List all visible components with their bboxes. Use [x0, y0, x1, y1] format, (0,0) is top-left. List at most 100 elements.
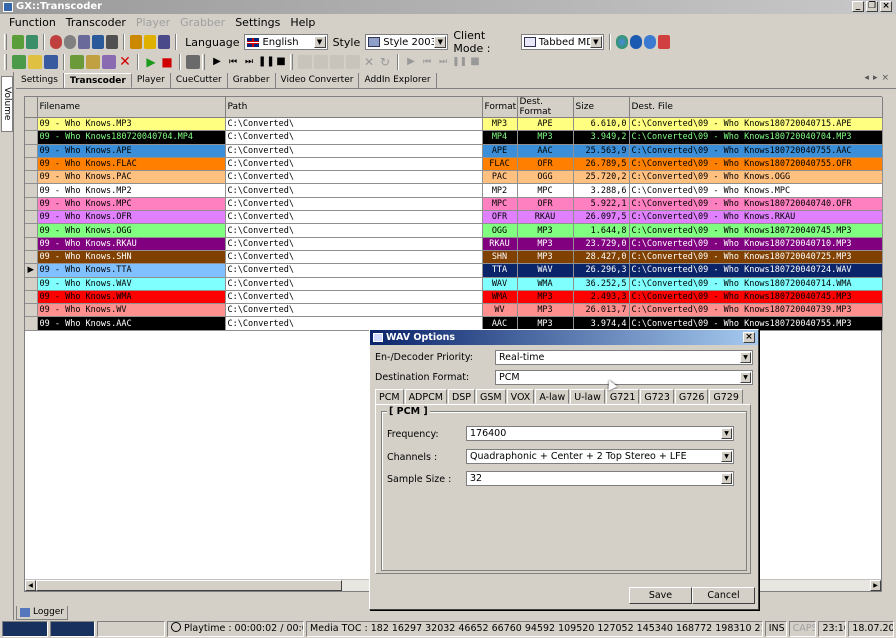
cell-format[interactable]: WMA: [482, 290, 518, 305]
restore-button[interactable]: ❐: [866, 1, 878, 12]
table-row[interactable]: 09 - Who Knows.APE C:\Converted\ APE AAC 25.…: [25, 144, 883, 158]
column-header-dest-format[interactable]: Dest. Format: [517, 97, 574, 118]
row-indicator[interactable]: [25, 144, 38, 158]
row-indicator[interactable]: [25, 117, 38, 132]
row-indicator[interactable]: [25, 197, 38, 212]
cell-path[interactable]: C:\Converted\: [225, 117, 483, 132]
cell-filename[interactable]: 09 - Who Knows.MPC: [37, 197, 226, 212]
cell-path[interactable]: C:\Converted\: [225, 263, 483, 278]
cell-filename[interactable]: 09 - Who Knows180720040704.MP4: [37, 130, 226, 145]
cell-dest-format[interactable]: OFR: [517, 197, 574, 212]
open-folder-icon[interactable]: [28, 55, 42, 69]
tab-cuecutter[interactable]: CueCutter: [171, 73, 228, 88]
cell-size[interactable]: 3.288,6: [573, 183, 630, 198]
table-row[interactable]: 09 - Who Knows.WMA C:\Converted\ WMA MP3 2.4…: [25, 290, 883, 305]
destination-format-select[interactable]: PCM ▼: [495, 370, 753, 385]
cell-path[interactable]: C:\Converted\: [225, 183, 483, 198]
table-row[interactable]: 09 - Who Knows.WV C:\Converted\ WV MP3 26.01…: [25, 303, 883, 318]
cell-path[interactable]: C:\Converted\: [225, 223, 483, 238]
logger-tab[interactable]: Logger: [16, 606, 68, 620]
close-button[interactable]: ×: [880, 1, 892, 12]
cell-size[interactable]: 5.922,1: [573, 197, 630, 212]
cell-dest-file[interactable]: C:\Converted\09 - Who Knows180720040739.…: [629, 303, 883, 318]
volume-tab[interactable]: Volume: [1, 76, 13, 132]
save-button[interactable]: Save: [629, 587, 692, 604]
cell-filename[interactable]: 09 - Who Knows.WV: [37, 303, 226, 318]
tab-navigation-icon[interactable]: ◂▸×: [864, 73, 893, 83]
table-row[interactable]: 09 - Who Knows.MP3 C:\Converted\ MP3 APE 6.6…: [25, 117, 883, 132]
save-icon[interactable]: [44, 55, 58, 69]
cell-format[interactable]: APE: [482, 144, 518, 158]
cell-format[interactable]: RKAU: [482, 237, 518, 251]
table-row[interactable]: 09 - Who Knows.OFR C:\Converted\ OFR RKAU 26…: [25, 210, 883, 225]
network-icon[interactable]: [77, 35, 91, 49]
player-play-icon[interactable]: ▶: [210, 55, 224, 69]
play-icon[interactable]: ▶: [144, 55, 158, 69]
cell-format[interactable]: WAV: [482, 277, 518, 291]
cell-filename[interactable]: 09 - Who Knows.MP2: [37, 183, 226, 198]
subtab-g721[interactable]: G721: [605, 389, 640, 404]
cell-size[interactable]: 25.563,9: [573, 144, 630, 158]
record-icon[interactable]: [49, 35, 62, 49]
subtab-g726[interactable]: G726: [674, 389, 709, 404]
cell-path[interactable]: C:\Converted\: [225, 290, 483, 305]
refresh-icon[interactable]: [25, 35, 38, 49]
channels-select[interactable]: Quadraphonic + Center + 2 Top Stereo + L…: [466, 449, 734, 464]
cell-size[interactable]: 6.610,0: [573, 117, 630, 132]
cell-dest-file[interactable]: C:\Converted\09 - Who Knows180720040745.…: [629, 290, 883, 305]
cell-dest-format[interactable]: MP3: [517, 290, 574, 305]
row-indicator[interactable]: [25, 290, 38, 305]
cell-filename[interactable]: 09 - Who Knows.OGG: [37, 223, 226, 238]
column-header-path[interactable]: Path: [225, 97, 483, 118]
column-header-filename[interactable]: Filename: [37, 97, 226, 118]
cell-dest-format[interactable]: MP3: [517, 237, 574, 251]
cell-dest-file[interactable]: C:\Converted\09 - Who Knows.OGG: [629, 170, 883, 185]
row-indicator[interactable]: [25, 303, 38, 318]
subtab-adpcm[interactable]: ADPCM: [404, 389, 447, 404]
client-mode-select[interactable]: Tabbed MDI ▼: [520, 34, 604, 50]
cell-dest-file[interactable]: C:\Converted\09 - Who Knows180720040724.…: [629, 263, 883, 278]
cell-dest-file[interactable]: C:\Converted\09 - Who Knows180720040704.…: [629, 130, 883, 145]
subtab-dsp[interactable]: DSP: [447, 389, 476, 404]
chevron-down-icon[interactable]: ▼: [313, 36, 326, 48]
chevron-down-icon[interactable]: ▼: [740, 352, 751, 363]
cell-dest-format[interactable]: APE: [517, 117, 574, 132]
cell-path[interactable]: C:\Converted\: [225, 277, 483, 291]
next-icon[interactable]: ⏭: [242, 55, 256, 69]
dialog-title-bar[interactable]: WAV Options ×: [370, 330, 758, 345]
cell-filename[interactable]: 09 - Who Knows.TTA: [37, 263, 226, 278]
table-row[interactable]: 09 - Who Knows.MP2 C:\Converted\ MP2 MPC 3.2…: [25, 183, 883, 198]
scroll-right-icon[interactable]: ▶: [870, 580, 881, 591]
subtab-vox[interactable]: VOX: [506, 389, 535, 404]
tools-icon[interactable]: [130, 35, 143, 49]
cell-size[interactable]: 3.949,2: [573, 130, 630, 145]
cell-filename[interactable]: 09 - Who Knows.WMA: [37, 290, 226, 305]
cell-format[interactable]: MP2: [482, 183, 518, 198]
menu-transcoder[interactable]: Transcoder: [61, 16, 131, 29]
window-icon[interactable]: [186, 55, 200, 69]
toolbar-grip[interactable]: [4, 54, 7, 70]
cd-icon[interactable]: [63, 35, 76, 49]
cell-size[interactable]: 26.296,3: [573, 263, 630, 278]
convert-icon[interactable]: [102, 55, 116, 69]
cell-size[interactable]: 23.729,0: [573, 237, 630, 251]
scroll-left-icon[interactable]: ◀: [25, 580, 36, 591]
cell-size[interactable]: 26.789,5: [573, 157, 630, 172]
cell-dest-format[interactable]: OFR: [517, 157, 574, 172]
chevron-down-icon[interactable]: ▼: [434, 36, 447, 48]
cell-format[interactable]: SHN: [482, 250, 518, 265]
toolbar-grip[interactable]: [290, 54, 293, 70]
menu-help[interactable]: Help: [285, 16, 320, 29]
table-row[interactable]: 09 - Who Knows.SHN C:\Converted\ SHN MP3 28.…: [25, 250, 883, 265]
cell-format[interactable]: FLAC: [482, 157, 518, 172]
priority-select[interactable]: Real-time ▼: [495, 350, 753, 365]
language-select[interactable]: English ▼: [244, 34, 328, 50]
sample-size-select[interactable]: 32 ▼: [466, 471, 734, 486]
device-icon[interactable]: [106, 35, 119, 49]
cell-dest-format[interactable]: MP3: [517, 303, 574, 318]
tab-grabber[interactable]: Grabber: [228, 73, 276, 88]
chevron-down-icon[interactable]: ▼: [740, 372, 751, 383]
cell-filename[interactable]: 09 - Who Knows.PAC: [37, 170, 226, 185]
cell-filename[interactable]: 09 - Who Knows.APE: [37, 144, 226, 158]
delete-icon[interactable]: ✕: [118, 55, 132, 69]
